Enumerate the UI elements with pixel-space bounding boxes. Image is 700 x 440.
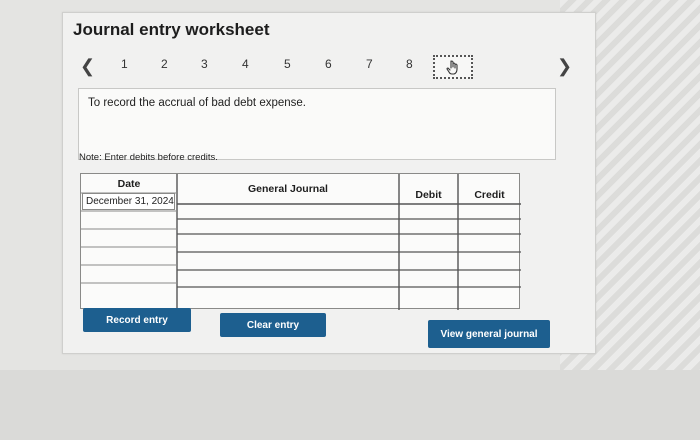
- page-title: Journal entry worksheet: [73, 20, 270, 39]
- nav-page-6[interactable]: 6: [325, 57, 332, 71]
- nav-page-current[interactable]: [433, 55, 473, 79]
- nav-page-7[interactable]: 7: [366, 57, 373, 71]
- nav-page-8[interactable]: 8: [406, 57, 413, 71]
- instruction-box: To record the accrual of bad debt expens…: [78, 88, 556, 160]
- journal-table: Date General Journal Debit Credit Decemb…: [80, 173, 521, 310]
- chevron-left-icon[interactable]: ❮: [80, 56, 95, 77]
- clear-entry-button[interactable]: Clear entry: [220, 313, 326, 337]
- view-general-journal-button[interactable]: View general journal: [428, 320, 550, 348]
- header-debit: Debit: [415, 189, 442, 201]
- nav-page-3[interactable]: 3: [201, 57, 208, 71]
- nav-page-1[interactable]: 1: [121, 57, 128, 71]
- background-bottom: [0, 370, 700, 440]
- nav-page-2[interactable]: 2: [161, 57, 168, 71]
- header-credit: Credit: [474, 189, 505, 201]
- date-cell[interactable]: December 31, 2024: [82, 193, 175, 210]
- header-date: Date: [117, 177, 141, 190]
- header-general-journal: General Journal: [248, 183, 328, 195]
- nav-page-5[interactable]: 5: [284, 57, 291, 71]
- hand-pointer-icon: [446, 60, 458, 75]
- page-navigation: ❮ 1 2 3 4 5 6 7 8 ❯: [0, 52, 700, 80]
- chevron-right-icon[interactable]: ❯: [557, 56, 572, 77]
- note-text: Note: Enter debits before credits.: [79, 152, 218, 163]
- nav-page-4[interactable]: 4: [242, 57, 249, 71]
- record-entry-button[interactable]: Record entry: [83, 308, 191, 332]
- instruction-text: To record the accrual of bad debt expens…: [88, 97, 307, 109]
